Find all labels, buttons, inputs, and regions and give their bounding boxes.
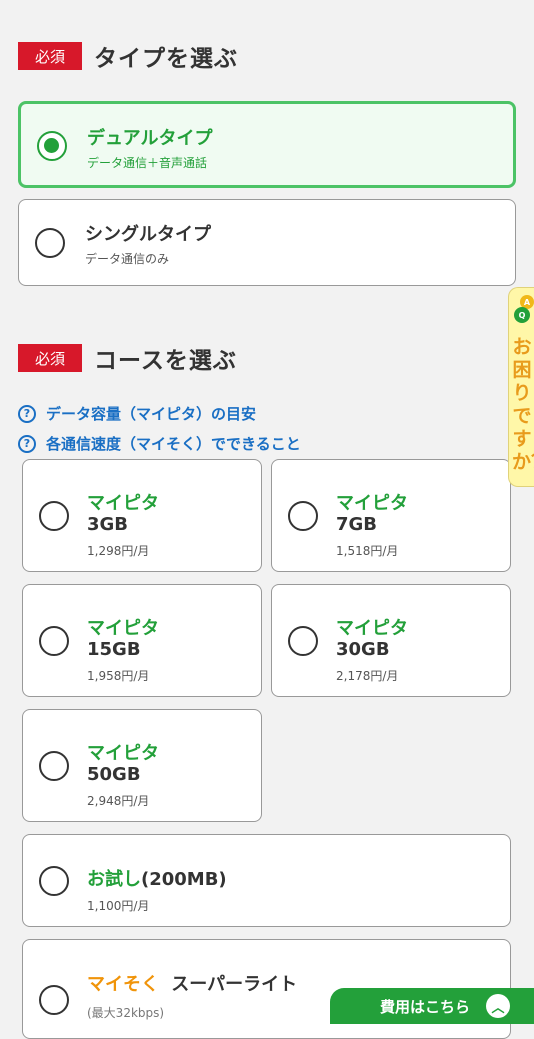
radio-button[interactable]	[39, 985, 69, 1015]
chevron-up-icon: ︿	[486, 994, 511, 1018]
radio-button[interactable]	[39, 501, 69, 531]
type-title: シングルタイプ	[85, 224, 211, 245]
help-link-data-capacity[interactable]: ? データ容量（マイピタ）の目安	[18, 403, 256, 424]
radio-button[interactable]	[35, 228, 65, 258]
radio-button[interactable]	[288, 501, 318, 531]
plan-note: (最大32kbps)	[87, 1006, 165, 1020]
maisoku-plan: スーパーライト	[171, 974, 298, 995]
qa-icon: A Q	[514, 295, 534, 323]
section-title: コースを選ぶ	[94, 348, 237, 374]
question-icon: ?	[18, 404, 36, 423]
cost-button[interactable]: 費用はこちら ︿	[330, 988, 534, 1024]
plan-card-30gb[interactable]: マイピタ 30GB 2,178円/月	[271, 584, 511, 697]
plan-size: 15GB	[87, 639, 141, 660]
type-section-header: 必須 タイプを選ぶ	[18, 39, 238, 73]
maisoku-label: マイそく	[87, 974, 159, 995]
plan-name: マイピタ	[336, 493, 408, 514]
plan-price: 1,100円/月	[87, 899, 150, 913]
plan-size: 3GB	[87, 514, 129, 535]
plan-card-50gb[interactable]: マイピタ 50GB 2,948円/月	[22, 709, 262, 822]
plan-name: マイピタ	[87, 493, 159, 514]
plan-card-7gb[interactable]: マイピタ 7GB 1,518円/月	[271, 459, 511, 572]
required-badge: 必須	[18, 344, 82, 372]
cost-label: 費用はこちら	[380, 997, 471, 1016]
question-icon: ?	[18, 434, 36, 453]
radio-button[interactable]	[39, 626, 69, 656]
plan-card-15gb[interactable]: マイピタ 15GB 1,958円/月	[22, 584, 262, 697]
plan-name: マイピタ	[87, 743, 159, 764]
qa-letter-a: A	[524, 298, 531, 307]
help-link-label: 各通信速度（マイそく）でできること	[46, 435, 301, 453]
required-badge: 必須	[18, 42, 82, 70]
type-option-single[interactable]: シングルタイプ データ通信のみ	[18, 199, 516, 286]
type-option-dual[interactable]: デュアルタイプ データ通信＋音声通話	[18, 101, 516, 188]
help-link-label: データ容量（マイピタ）の目安	[46, 405, 257, 423]
type-subtitle: データ通信＋音声通話	[87, 156, 208, 170]
plan-price: 1,958円/月	[87, 669, 150, 683]
plan-size: 30GB	[336, 639, 390, 660]
plan-name: お試し(200MB)	[87, 869, 227, 890]
radio-button[interactable]	[39, 751, 69, 781]
radio-button[interactable]	[288, 626, 318, 656]
plan-price: 1,298円/月	[87, 544, 150, 558]
plan-card-trial[interactable]: お試し(200MB) 1,100円/月	[22, 834, 511, 927]
plan-price: 1,518円/月	[336, 544, 399, 558]
plan-size: 7GB	[336, 514, 378, 535]
plan-price: 2,948円/月	[87, 794, 150, 808]
plan-price: 2,178円/月	[336, 669, 399, 683]
qa-letter-q: Q	[519, 311, 526, 320]
type-title: デュアルタイプ	[87, 128, 213, 149]
trial-label: お試し	[87, 869, 141, 890]
plan-card-3gb[interactable]: マイピタ 3GB 1,298円/月	[22, 459, 262, 572]
radio-button[interactable]	[39, 866, 69, 896]
type-subtitle: データ通信のみ	[85, 252, 170, 266]
plan-name: マイピタ	[87, 618, 159, 639]
plan-size: 50GB	[87, 764, 141, 785]
section-title: タイプを選ぶ	[94, 46, 238, 72]
help-side-tab[interactable]: A Q お困りですか？	[508, 287, 534, 487]
plan-name: マイピタ	[336, 618, 408, 639]
course-section-header: 必須 コースを選ぶ	[18, 341, 237, 375]
side-tab-label: お困りですか？	[512, 336, 534, 473]
plan-name: マイそく スーパーライト	[87, 974, 297, 995]
trial-size: (200MB)	[141, 869, 227, 890]
help-link-speed[interactable]: ? 各通信速度（マイそく）でできること	[18, 433, 301, 454]
radio-button[interactable]	[37, 131, 67, 161]
